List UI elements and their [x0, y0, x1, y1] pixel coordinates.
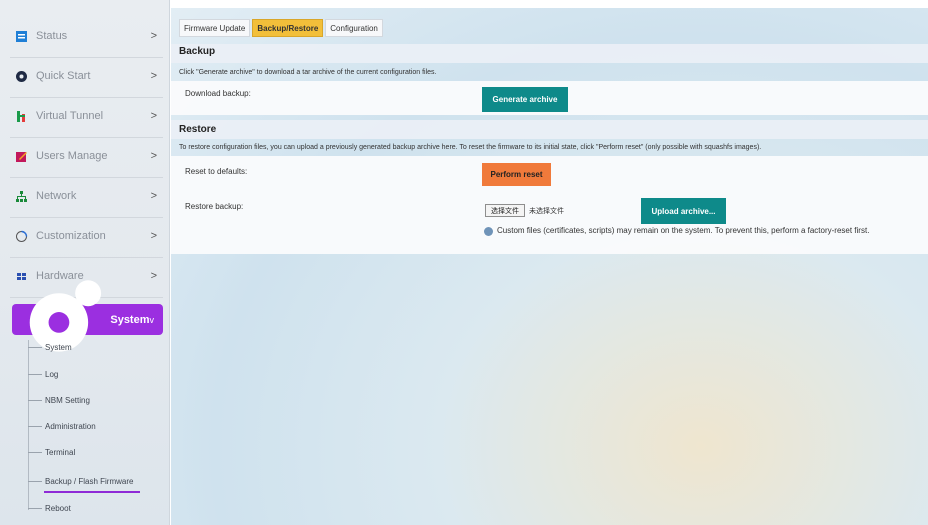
backup-section-title: Backup [179, 46, 216, 57]
active-submenu-underline [44, 491, 140, 493]
submenu-item-log[interactable]: Log [28, 366, 58, 382]
sidebar-item-label: Quick Start [36, 70, 91, 82]
perform-reset-button[interactable]: Perform reset [482, 163, 551, 186]
sidebar-item-label: Customization [36, 230, 106, 242]
tree-branch [28, 399, 42, 401]
tree-branch [28, 425, 42, 427]
users-icon [16, 151, 27, 162]
submenu-item-label: Reboot [45, 503, 71, 513]
chevron-right-icon: > [150, 70, 157, 82]
submenu-item-backup-flash-firmware[interactable]: Backup / Flash Firmware [28, 473, 133, 489]
upload-archive-button[interactable]: Upload archive... [641, 198, 726, 224]
tab-configuration[interactable]: Configuration [325, 19, 383, 37]
sidebar-item-quick-start[interactable]: Quick Start > [10, 59, 163, 93]
chevron-right-icon: > [150, 110, 157, 122]
sidebar-item-label: Network [36, 190, 77, 202]
restore-rows: Reset to defaults: Perform reset Restore… [171, 156, 928, 254]
sidebar-item-customization[interactable]: Customization > [10, 219, 163, 253]
tab-firmware-update[interactable]: Firmware Update [179, 19, 251, 37]
choose-file-button[interactable]: 选择文件 [485, 204, 525, 217]
main-content: Firmware Update Backup/Restore Configura… [171, 0, 928, 525]
restore-description: To restore configuration files, you can … [179, 144, 762, 151]
sidebar-item-system[interactable]: System v [12, 280, 163, 352]
chevron-right-icon: > [150, 270, 157, 282]
submenu-item-label: Administration [45, 421, 96, 431]
submenu-item-label: System [45, 342, 72, 352]
restore-backup-label: Restore backup: [185, 202, 244, 211]
submenu-item-label: Log [45, 369, 59, 379]
submenu-item-terminal[interactable]: Terminal [28, 444, 75, 460]
sidebar-item-label: System [110, 313, 150, 326]
sidebar-item-label: Status [36, 30, 68, 42]
section-header-band [171, 120, 928, 139]
status-icon [16, 30, 27, 42]
customization-icon [16, 230, 28, 242]
submenu-item-label: NBM Setting [45, 395, 90, 405]
sidebar-item-label: Users Manage [36, 150, 108, 162]
reset-to-defaults-label: Reset to defaults: [185, 167, 248, 176]
top-strip [171, 0, 928, 8]
sidebar-item-users-manage[interactable]: Users Manage > [10, 139, 163, 173]
download-backup-row: Download backup: Generate archive [171, 81, 928, 115]
tree-branch [28, 451, 42, 453]
sidebar-item-label: Virtual Tunnel [36, 110, 104, 122]
divider [10, 177, 163, 178]
network-icon [16, 190, 27, 202]
submenu-item-administration[interactable]: Administration [28, 418, 96, 434]
tree-branch [28, 346, 42, 348]
note-text: Custom files (certificates, scripts) may… [497, 226, 870, 235]
sidebar-item-network[interactable]: Network > [10, 179, 163, 213]
chevron-right-icon: > [150, 30, 157, 42]
divider [10, 257, 163, 258]
tab-bar: Firmware Update Backup/Restore Configura… [179, 19, 383, 37]
tree-branch [28, 480, 42, 482]
sidebar: Status > Quick Start > Virtual Tunnel > … [0, 0, 170, 525]
factory-reset-note: Custom files (certificates, scripts) may… [484, 226, 914, 236]
submenu-item-label: Terminal [45, 447, 76, 457]
sidebar-item-virtual-tunnel[interactable]: Virtual Tunnel > [10, 99, 163, 133]
file-status-text: 未选择文件 [529, 208, 564, 215]
submenu-item-system[interactable]: System [28, 339, 72, 355]
submenu-item-label: Backup / Flash Firmware [45, 476, 134, 486]
chevron-right-icon: > [150, 230, 157, 242]
submenu-item-nbm-setting[interactable]: NBM Setting [28, 392, 90, 408]
generate-archive-button[interactable]: Generate archive [482, 87, 568, 112]
sidebar-item-status[interactable]: Status > [10, 19, 163, 53]
submenu-item-reboot[interactable]: Reboot [28, 500, 71, 516]
chevron-right-icon: > [150, 150, 157, 162]
chevron-right-icon: > [150, 190, 157, 202]
divider [10, 57, 163, 58]
tunnel-icon [17, 110, 25, 122]
download-backup-label: Download backup: [185, 89, 251, 98]
divider [10, 97, 163, 98]
tree-branch [28, 507, 42, 509]
restore-section-title: Restore [179, 124, 217, 135]
divider [10, 137, 163, 138]
divider [10, 217, 163, 218]
info-icon [484, 227, 493, 236]
chevron-down-icon: v [149, 314, 155, 325]
gear-icon [16, 70, 27, 82]
backup-description: Click "Generate archive" to download a t… [179, 69, 437, 76]
tab-backup-restore[interactable]: Backup/Restore [252, 19, 324, 37]
tree-branch [28, 373, 42, 375]
section-header-band [171, 44, 928, 63]
